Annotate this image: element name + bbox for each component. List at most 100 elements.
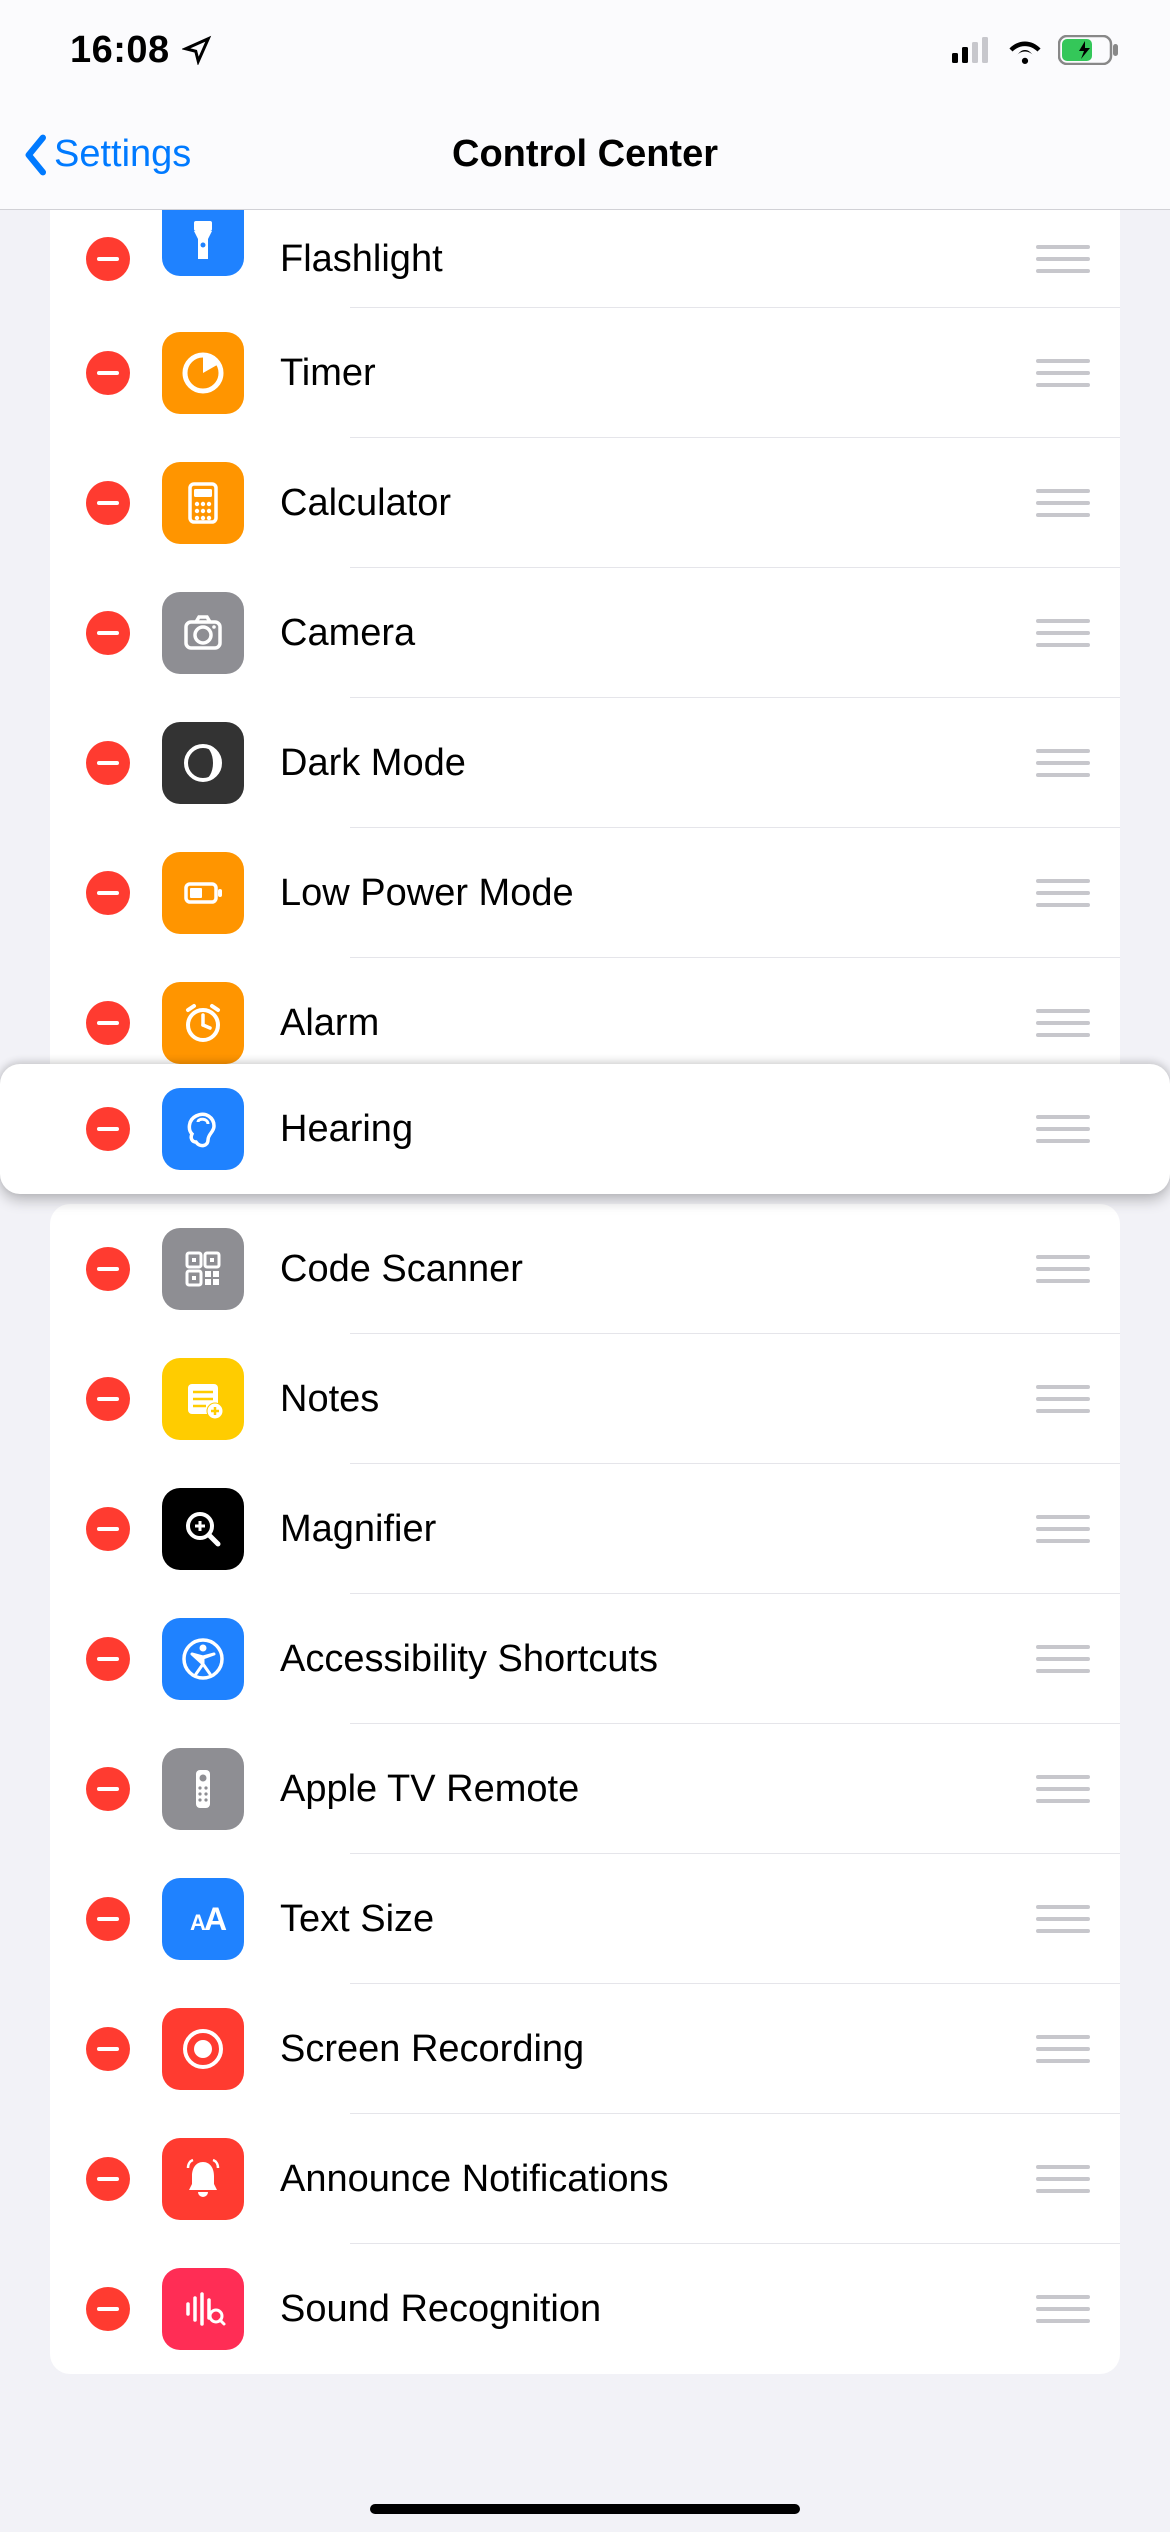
remove-button[interactable] xyxy=(86,237,130,281)
status-right xyxy=(952,35,1120,65)
controls-group: Flashlight Timer Calculator Camera Dark Mode… xyxy=(50,210,1120,1088)
drag-handle-icon[interactable] xyxy=(1036,1897,1090,1941)
chevron-left-icon xyxy=(20,133,50,177)
control-label: Hearing xyxy=(280,1108,1036,1151)
alarm-icon xyxy=(162,982,244,1064)
drag-handle-icon[interactable] xyxy=(1036,237,1090,281)
drag-handle-icon[interactable] xyxy=(1036,1001,1090,1045)
wifi-icon xyxy=(1006,36,1044,64)
control-row[interactable]: Flashlight xyxy=(50,210,1120,308)
battery-icon xyxy=(162,852,244,934)
control-row[interactable]: Code Scanner xyxy=(50,1204,1120,1334)
remove-button[interactable] xyxy=(86,1001,130,1045)
control-row[interactable]: Timer xyxy=(50,308,1120,438)
drag-handle-icon[interactable] xyxy=(1036,1507,1090,1551)
remove-button[interactable] xyxy=(86,1107,130,1151)
control-row[interactable]: Announce Notifications xyxy=(50,2114,1120,2244)
drag-handle-icon[interactable] xyxy=(1036,1377,1090,1421)
waveform-icon xyxy=(162,2268,244,2350)
calculator-icon xyxy=(162,462,244,544)
home-indicator xyxy=(370,2504,800,2514)
remove-button[interactable] xyxy=(86,611,130,655)
controls-group: Code Scanner Notes Magnifier Accessibility … xyxy=(50,1204,1120,2374)
remove-button[interactable] xyxy=(86,2027,130,2071)
remove-button[interactable] xyxy=(86,1637,130,1681)
bell-icon xyxy=(162,2138,244,2220)
timer-icon xyxy=(162,332,244,414)
control-row[interactable]: Text Size xyxy=(50,1854,1120,1984)
control-row[interactable]: Accessibility Shortcuts xyxy=(50,1594,1120,1724)
drag-handle-icon[interactable] xyxy=(1036,741,1090,785)
remove-button[interactable] xyxy=(86,1377,130,1421)
drag-handle-icon[interactable] xyxy=(1036,871,1090,915)
remove-button[interactable] xyxy=(86,1507,130,1551)
status-bar: 16:08 xyxy=(0,0,1170,100)
drag-handle-icon[interactable] xyxy=(1036,2027,1090,2071)
remove-button[interactable] xyxy=(86,2157,130,2201)
control-label: Text Size xyxy=(280,1898,1036,1941)
drag-handle-icon[interactable] xyxy=(1036,1247,1090,1291)
back-button[interactable]: Settings xyxy=(0,133,191,177)
control-row[interactable]: Sound Recognition xyxy=(50,2244,1120,2374)
control-label: Timer xyxy=(280,352,1036,395)
control-label: Screen Recording xyxy=(280,2028,1036,2071)
nav-bar: Settings Control Center xyxy=(0,100,1170,210)
control-row[interactable]: Dark Mode xyxy=(50,698,1120,828)
control-row[interactable]: Notes xyxy=(50,1334,1120,1464)
record-icon xyxy=(162,2008,244,2090)
remove-button[interactable] xyxy=(86,2287,130,2331)
control-row[interactable]: Magnifier xyxy=(50,1464,1120,1594)
drag-handle-icon[interactable] xyxy=(1036,2287,1090,2331)
drag-handle-icon[interactable] xyxy=(1036,1767,1090,1811)
control-label: Code Scanner xyxy=(280,1248,1036,1291)
control-row[interactable]: Camera xyxy=(50,568,1120,698)
control-label: Camera xyxy=(280,612,1036,655)
notes-icon xyxy=(162,1358,244,1440)
cellular-icon xyxy=(952,37,992,63)
list-container: Flashlight Timer Calculator Camera Dark Mode… xyxy=(0,210,1170,2374)
control-label: Notes xyxy=(280,1378,1036,1421)
control-label: Apple TV Remote xyxy=(280,1768,1036,1811)
drag-handle-icon[interactable] xyxy=(1036,1107,1090,1151)
remove-button[interactable] xyxy=(86,1767,130,1811)
control-row[interactable]: Calculator xyxy=(50,438,1120,568)
magnifier-icon xyxy=(162,1488,244,1570)
control-label: Magnifier xyxy=(280,1508,1036,1551)
dragging-row-group: Hearing xyxy=(0,1064,1170,1194)
textsize-icon xyxy=(162,1878,244,1960)
control-row[interactable]: Low Power Mode xyxy=(50,828,1120,958)
remove-button[interactable] xyxy=(86,741,130,785)
status-left: 16:08 xyxy=(70,29,212,72)
control-row[interactable]: Hearing xyxy=(50,1064,1120,1194)
page-title: Control Center xyxy=(452,133,718,176)
drag-handle-icon[interactable] xyxy=(1036,481,1090,525)
control-row[interactable]: Apple TV Remote xyxy=(50,1724,1120,1854)
drag-handle-icon[interactable] xyxy=(1036,1637,1090,1681)
location-icon xyxy=(182,35,212,65)
remove-button[interactable] xyxy=(86,871,130,915)
control-label: Announce Notifications xyxy=(280,2158,1036,2201)
remove-button[interactable] xyxy=(86,1247,130,1291)
control-row[interactable]: Screen Recording xyxy=(50,1984,1120,2114)
control-label: Accessibility Shortcuts xyxy=(280,1638,1036,1681)
flashlight-icon xyxy=(162,210,244,276)
battery-icon xyxy=(1058,35,1120,65)
accessibility-icon xyxy=(162,1618,244,1700)
drag-handle-icon[interactable] xyxy=(1036,2157,1090,2201)
control-label: Dark Mode xyxy=(280,742,1036,785)
qrcode-icon xyxy=(162,1228,244,1310)
remove-button[interactable] xyxy=(86,1897,130,1941)
remote-icon xyxy=(162,1748,244,1830)
status-time: 16:08 xyxy=(70,29,170,72)
ear-icon xyxy=(162,1088,244,1170)
control-label: Flashlight xyxy=(280,238,1036,281)
remove-button[interactable] xyxy=(86,351,130,395)
control-label: Sound Recognition xyxy=(280,2288,1036,2331)
drag-handle-icon[interactable] xyxy=(1036,351,1090,395)
remove-button[interactable] xyxy=(86,481,130,525)
back-label: Settings xyxy=(54,133,191,176)
control-label: Alarm xyxy=(280,1002,1036,1045)
control-label: Calculator xyxy=(280,482,1036,525)
darkmode-icon xyxy=(162,722,244,804)
drag-handle-icon[interactable] xyxy=(1036,611,1090,655)
